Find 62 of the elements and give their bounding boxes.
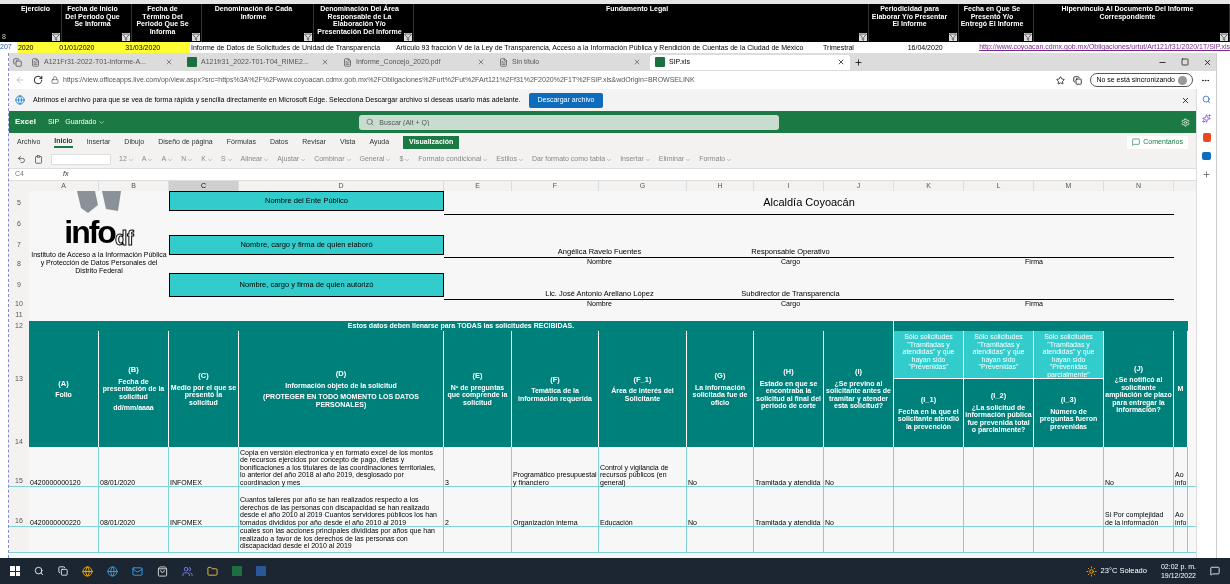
undo-icon[interactable] [17, 155, 26, 164]
filter-icon[interactable] [304, 33, 312, 41]
close-icon[interactable] [1181, 95, 1190, 105]
caret-icon [482, 156, 489, 163]
page-icon [499, 57, 508, 67]
add-icon[interactable] [1202, 170, 1211, 179]
lock-icon [51, 76, 59, 84]
search-icon [366, 118, 375, 126]
windows-start-icon[interactable] [10, 566, 20, 576]
clipboard-icon[interactable] [34, 155, 43, 164]
sparkle-icon[interactable] [1202, 114, 1211, 123]
caret-icon [685, 156, 692, 163]
logo-suffix: df [114, 228, 134, 248]
caret-icon [606, 156, 613, 163]
filter-icon[interactable] [1220, 33, 1228, 41]
caret-icon [300, 156, 307, 163]
caret-icon [98, 118, 106, 126]
browser-icon[interactable] [82, 565, 93, 577]
maximize-icon[interactable] [1181, 58, 1189, 66]
folder-icon[interactable] [207, 565, 218, 577]
collections-icon[interactable] [1073, 75, 1083, 85]
caret-icon [147, 156, 154, 163]
favorite-icon[interactable] [1056, 75, 1066, 85]
close-icon[interactable] [837, 58, 845, 66]
filter-icon[interactable] [404, 33, 412, 41]
reload-icon[interactable] [33, 75, 43, 85]
caret-icon [263, 156, 270, 163]
mail-icon[interactable] [132, 565, 143, 577]
close-icon[interactable] [1203, 57, 1212, 67]
caret-icon [517, 156, 524, 163]
filter-icon[interactable] [122, 33, 130, 41]
caret-icon [167, 156, 174, 163]
caret-icon [385, 156, 392, 163]
caret-icon [127, 156, 134, 163]
page-icon [343, 57, 352, 67]
caret-icon [404, 156, 411, 163]
page-icon [31, 57, 40, 67]
store-icon[interactable] [157, 565, 168, 577]
filter-icon[interactable] [192, 33, 200, 41]
avatar-icon [1178, 75, 1187, 85]
font-name-field[interactable] [51, 154, 111, 165]
weather-icon [1085, 565, 1097, 577]
entity-name: Alcaldía Coyoacán [444, 191, 1174, 215]
caret-icon [206, 156, 213, 163]
caret-icon [187, 156, 194, 163]
caret-icon [226, 156, 233, 163]
settings-icon[interactable] [1181, 117, 1190, 127]
filter-icon[interactable] [52, 33, 60, 41]
task-view-icon[interactable] [58, 566, 68, 576]
caret-icon [345, 156, 352, 163]
caret-icon [726, 156, 733, 163]
comment-icon [1132, 138, 1141, 146]
app-name: Excel [15, 116, 36, 128]
caret-icon [644, 156, 651, 163]
filter-icon[interactable] [1024, 33, 1032, 41]
logo-text: info [64, 216, 115, 248]
filter-icon[interactable] [859, 33, 867, 41]
tab-actions-icon[interactable] [13, 57, 22, 67]
new-tab-icon[interactable] [854, 57, 863, 67]
browser-icon[interactable] [107, 565, 118, 577]
notification-icon[interactable] [1210, 566, 1220, 576]
filter-icon[interactable] [949, 33, 957, 41]
